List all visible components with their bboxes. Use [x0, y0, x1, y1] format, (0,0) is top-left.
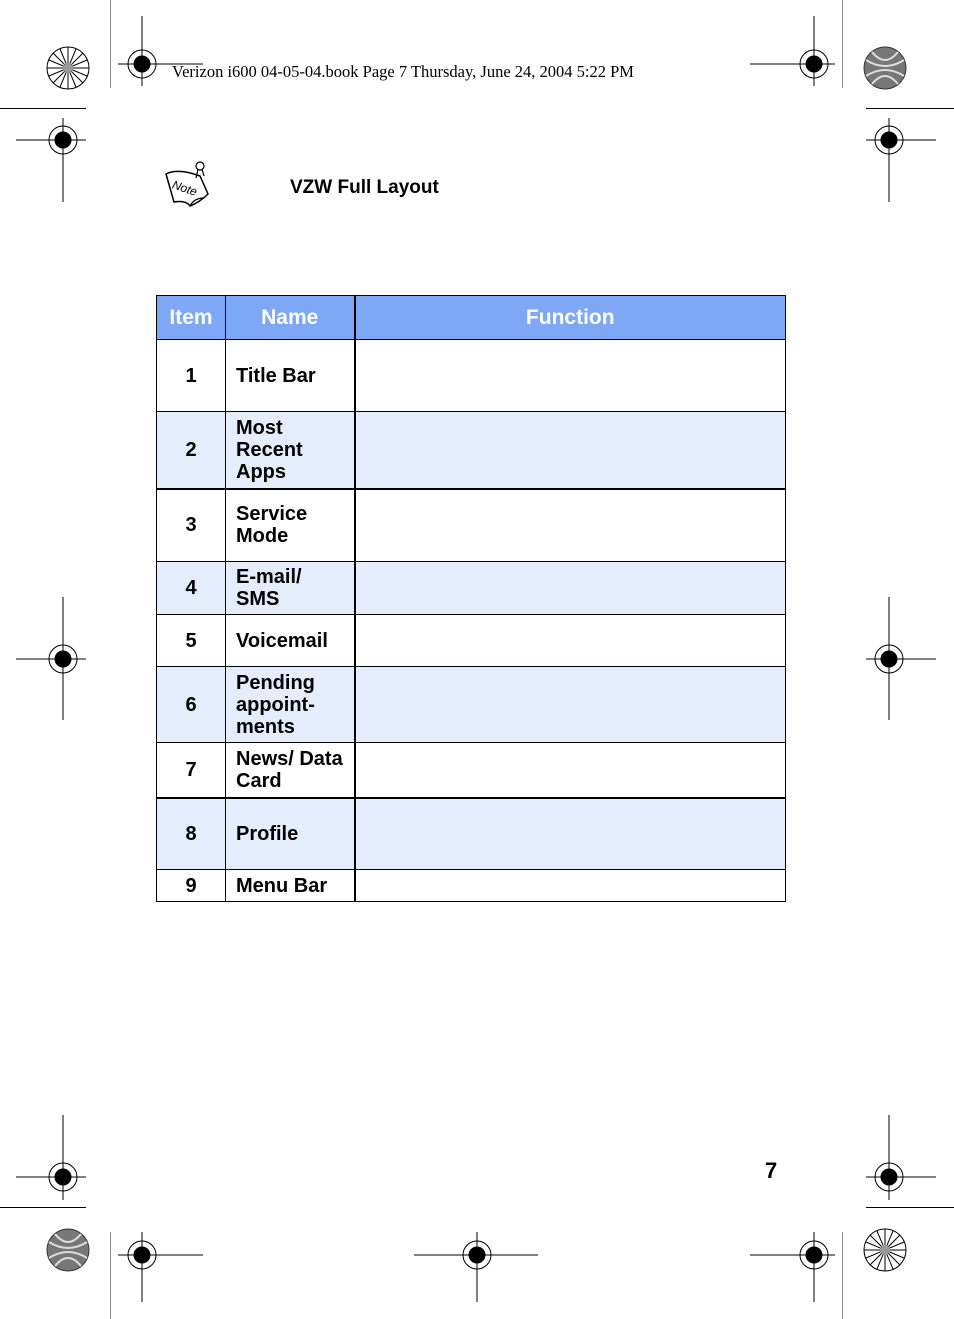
table-row: 1 Title Bar [156, 339, 786, 412]
item-name: Title Bar [225, 339, 355, 412]
item-number: 3 [156, 488, 226, 562]
table-row: 4 E-mail/ SMS [156, 561, 786, 615]
item-name: Pending appoint-ments [225, 666, 355, 743]
table-row: 2 Most Recent Apps [156, 411, 786, 490]
crosshair-icon [16, 118, 86, 202]
crosshair-icon [750, 16, 835, 86]
note-icon: Note [165, 161, 209, 207]
moire-target-icon [863, 46, 907, 90]
item-number: 8 [156, 797, 226, 870]
item-name: News/ Data Card [225, 742, 355, 799]
item-function [353, 742, 786, 799]
table-row: 8 Profile [156, 797, 786, 870]
item-name: E-mail/ SMS [225, 561, 355, 615]
starburst-target-icon [46, 46, 90, 90]
item-name: Voicemail [225, 614, 355, 667]
crosshair-icon [16, 1115, 86, 1200]
item-function [353, 561, 786, 615]
item-function [353, 614, 786, 667]
page-number: 7 [765, 1158, 778, 1183]
item-function [353, 488, 786, 562]
table-row: 3 Service Mode [156, 488, 786, 562]
crosshair-icon [866, 597, 936, 720]
item-name: Most Recent Apps [225, 411, 355, 490]
crosshair-icon [750, 1232, 835, 1302]
item-name: Profile [225, 797, 355, 870]
item-number: 7 [156, 742, 226, 799]
crosshair-icon [118, 1232, 203, 1302]
table-row: 7 News/ Data Card [156, 742, 786, 799]
starburst-target-icon [863, 1228, 907, 1272]
item-function [353, 339, 786, 412]
page-heading: VZW Full Layout [290, 177, 439, 198]
item-function [353, 666, 786, 743]
item-function [353, 411, 786, 490]
item-function [353, 797, 786, 870]
column-header-function: Function [353, 295, 786, 340]
item-name: Menu Bar [225, 869, 355, 902]
moire-target-icon [46, 1228, 90, 1272]
table-header-row: Item Name Function [156, 295, 786, 340]
item-number: 6 [156, 666, 226, 743]
crosshair-icon [16, 597, 86, 720]
table-row: 6 Pending appoint-ments [156, 666, 786, 743]
print-header: Verizon i600 04-05-04.book Page 7 Thursd… [172, 62, 634, 81]
item-number: 2 [156, 411, 226, 490]
item-number: 5 [156, 614, 226, 667]
layout-items-table: Item Name Function 1 Title Bar 2 Most Re… [156, 295, 786, 902]
column-header-name: Name [225, 295, 355, 340]
crosshair-icon [866, 118, 936, 202]
item-function [353, 869, 786, 902]
item-name: Service Mode [225, 488, 355, 562]
table-row: 9 Menu Bar [156, 869, 786, 902]
column-header-item: Item [156, 295, 226, 340]
item-number: 4 [156, 561, 226, 615]
crosshair-icon [866, 1115, 936, 1200]
table-row: 5 Voicemail [156, 614, 786, 667]
crosshair-icon [414, 1232, 538, 1302]
item-number: 9 [156, 869, 226, 902]
item-number: 1 [156, 339, 226, 412]
